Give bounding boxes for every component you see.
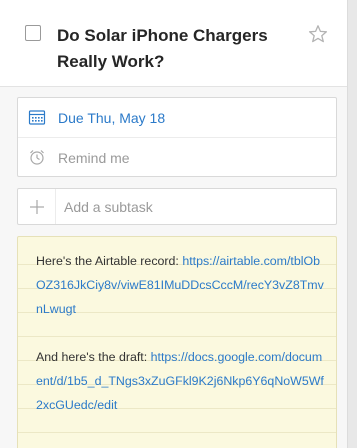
note-paragraph: And here's the draft: https://docs.googl… bbox=[36, 345, 326, 417]
task-title[interactable]: Do Solar iPhone Chargers Really Work? bbox=[57, 23, 302, 75]
note-text: Here's the Airtable record: bbox=[36, 254, 183, 268]
note-paragraph: Here's the Airtable record: https://airt… bbox=[36, 249, 326, 321]
dates-card: Due Thu, May 18 Remind me bbox=[17, 97, 337, 177]
due-date-row[interactable]: Due Thu, May 18 bbox=[18, 98, 336, 138]
note-spacer bbox=[36, 321, 326, 345]
reminder-label: Remind me bbox=[58, 149, 130, 166]
note-area[interactable]: Here's the Airtable record: https://airt… bbox=[17, 236, 337, 448]
note-content: Here's the Airtable record: https://airt… bbox=[36, 249, 326, 417]
alarm-clock-icon bbox=[30, 150, 44, 165]
task-complete-checkbox[interactable] bbox=[25, 25, 41, 41]
calendar-icon bbox=[28, 110, 46, 125]
add-subtask-row[interactable]: Add a subtask bbox=[17, 188, 337, 225]
plus-icon bbox=[30, 200, 44, 214]
reminder-row[interactable]: Remind me bbox=[18, 138, 336, 177]
task-header: Do Solar iPhone Chargers Really Work? bbox=[0, 0, 347, 87]
star-icon[interactable] bbox=[308, 24, 328, 44]
note-text: And here's the draft: bbox=[36, 350, 151, 364]
task-detail-panel: Do Solar iPhone Chargers Really Work? Du… bbox=[0, 0, 348, 448]
due-date-label: Due Thu, May 18 bbox=[58, 109, 166, 126]
subtask-divider bbox=[55, 189, 56, 224]
add-subtask-input[interactable]: Add a subtask bbox=[64, 199, 153, 215]
